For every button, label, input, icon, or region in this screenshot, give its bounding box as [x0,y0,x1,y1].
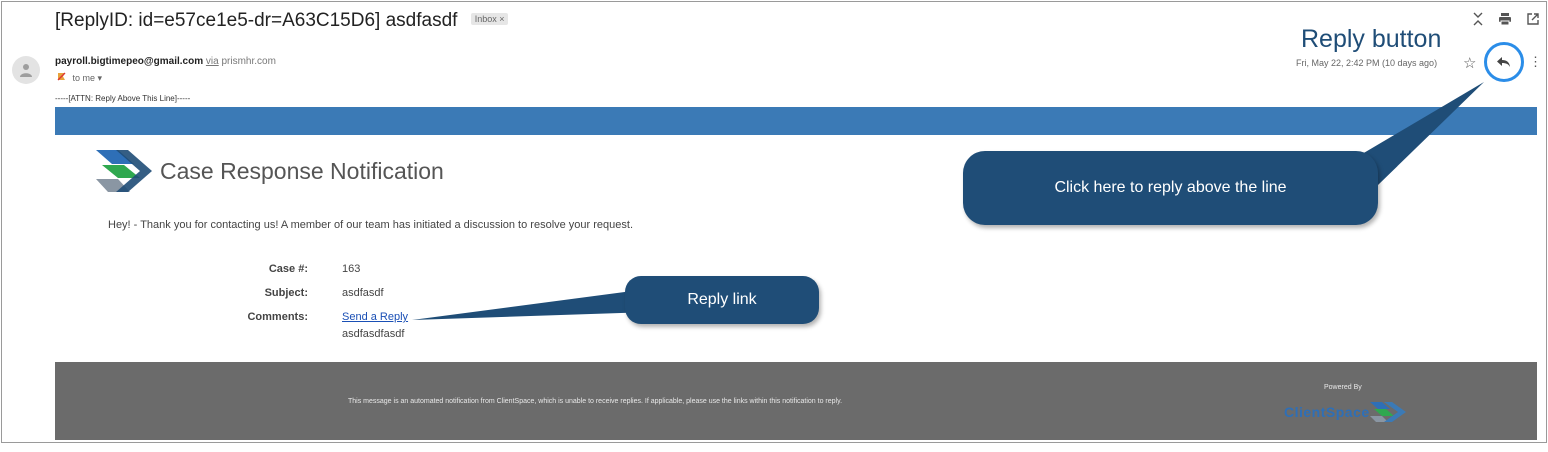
callout-link-text: Reply link [687,291,757,308]
reply-above-line-callout: Click here to reply above the line [963,151,1378,225]
reply-button-annotation: Reply button [1301,25,1442,53]
callout-link-pointer [412,290,650,320]
reply-link-callout: Reply link [625,276,819,324]
callout-pointers [412,82,1484,320]
callout-top-text: Click here to reply above the line [1054,179,1287,196]
